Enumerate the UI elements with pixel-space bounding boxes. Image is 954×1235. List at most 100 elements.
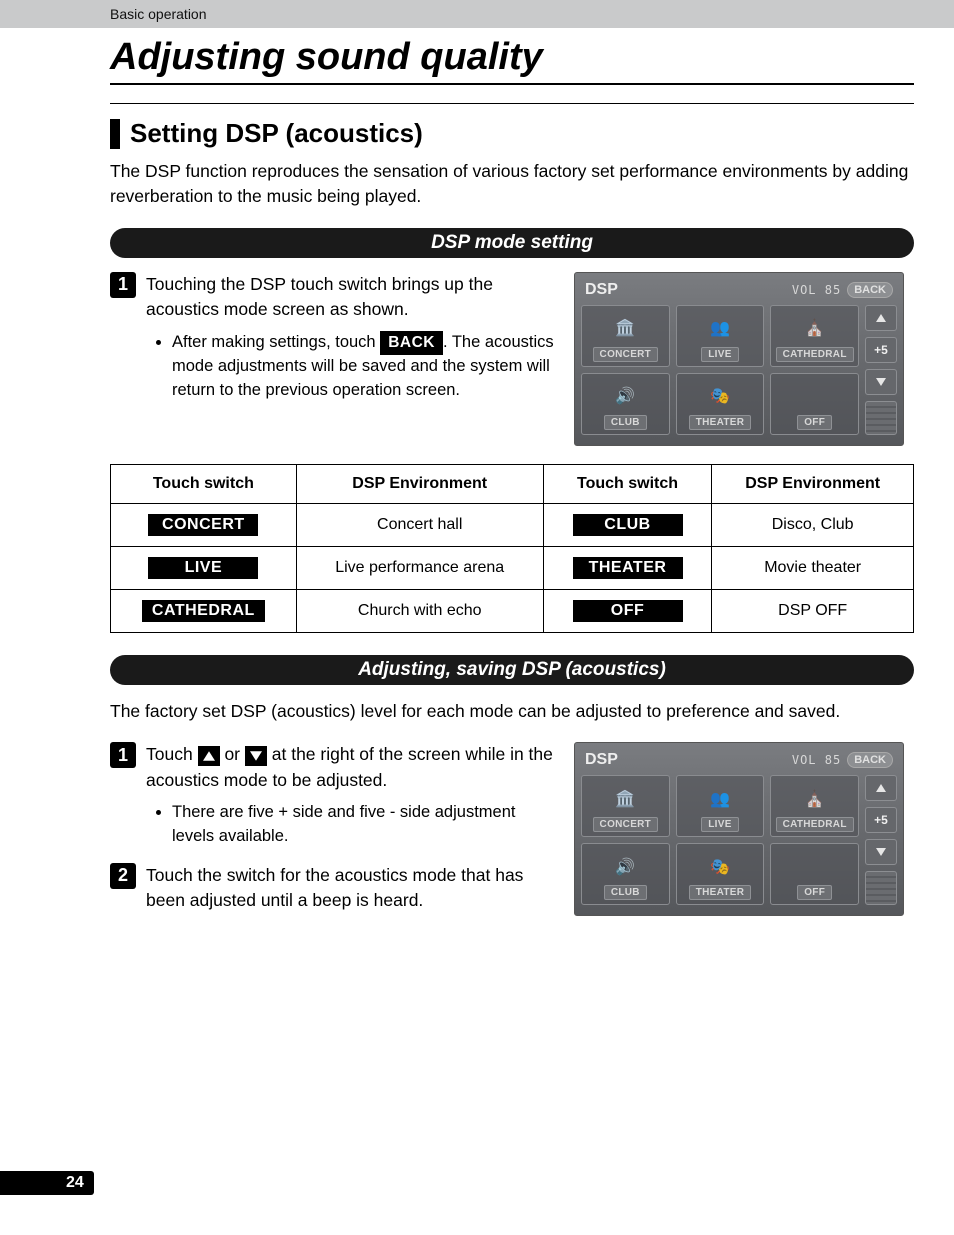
td-key: OFF [543,589,712,632]
touch-key: OFF [573,600,683,622]
live-icon: 👥 [710,780,730,817]
dsp-screen-2: DSP VOL 85 BACK 🏛️CONCERT 👥LIVE ⛪CATHEDR… [574,742,904,916]
touch-key: CLUB [573,514,683,536]
dsp-cell-label: CONCERT [593,347,659,362]
dsp-cell-theater[interactable]: 🎭THEATER [676,373,765,435]
table-row: CONCERT Concert hall CLUB Disco, Club [111,503,914,546]
dsp-cell-label: OFF [797,885,832,900]
td-env: Live performance arena [296,546,543,589]
dsp-table-head: Touch switch DSP Environment Touch switc… [111,464,914,503]
dsp-cell-cathedral[interactable]: ⛪CATHEDRAL [770,305,859,367]
main-section: Setting DSP (acoustics) The DSP function… [110,103,914,919]
th: Touch switch [543,464,712,503]
adj-step1-bullets: There are five + side and five - side ad… [156,801,554,849]
dsp-cell-club[interactable]: 🔊CLUB [581,843,670,905]
down-arrow-icon [245,746,267,766]
page-title-row: Adjusting sound quality [110,36,914,85]
th: DSP Environment [712,464,914,503]
up-arrow-icon [198,746,220,766]
td-env: Concert hall [296,503,543,546]
step-number: 2 [110,863,136,889]
dsp-up-button[interactable] [865,305,897,331]
td-key: CATHEDRAL [111,589,297,632]
adjust-row: 1 Touch or at the right of the screen wh… [110,742,914,919]
dsp-cell-label: CLUB [604,415,647,430]
dsp-cell-concert[interactable]: 🏛️CONCERT [581,775,670,837]
dsp-up-button[interactable] [865,775,897,801]
td-key: CLUB [543,503,712,546]
live-icon: 👥 [710,310,730,347]
chevron-up-icon [876,314,886,322]
adj-step-1: 1 Touch or at the right of the screen wh… [110,742,554,793]
step1-bullet: After making settings, touch BACK. The a… [172,331,554,403]
dsp-vol: VOL 85 [792,283,841,297]
dsp-vol-label: VOL [792,753,817,767]
dsp-cell-label: OFF [797,415,832,430]
cathedral-icon: ⛪ [805,780,825,817]
dsp-cell-label: CATHEDRAL [776,817,854,832]
cathedral-icon: ⛪ [805,310,825,347]
dsp-cell-concert[interactable]: 🏛️CONCERT [581,305,670,367]
dsp-vol-value: 85 [825,283,841,297]
dsp-header-right: VOL 85 BACK [792,282,893,298]
dsp-back-button[interactable]: BACK [847,282,893,298]
dsp-level-value: +5 [865,807,897,833]
dsp-scroll-strip[interactable] [865,401,897,435]
dsp-down-button[interactable] [865,369,897,395]
section-pill-dsp-mode: DSP mode setting [110,228,914,258]
dsp-back-button[interactable]: BACK [847,752,893,768]
touch-key: THEATER [573,557,683,579]
section-pill-adjust: Adjusting, saving DSP (acoustics) [110,655,914,685]
th: Touch switch [111,464,297,503]
step1-right: DSP VOL 85 BACK 🏛️CONCERT 👥LIVE ⛪CATHEDR… [574,272,914,446]
dsp-title: DSP [585,751,618,769]
step-text: Touching the DSP touch switch brings up … [146,272,554,323]
dsp-title: DSP [585,281,618,299]
dsp-cell-live[interactable]: 👥LIVE [676,775,765,837]
dsp-cell-label: CATHEDRAL [776,347,854,362]
dsp-vol: VOL 85 [792,753,841,767]
theater-icon: 🎭 [710,848,730,885]
dsp-cell-label: CONCERT [593,817,659,832]
subheading-row: Setting DSP (acoustics) [110,118,914,149]
td-key: CONCERT [111,503,297,546]
dsp-cell-label: LIVE [701,347,738,362]
header-breadcrumb-bar: Basic operation [0,0,954,28]
step1-bullets: After making settings, touch BACK. The a… [156,331,554,403]
dsp-cell-label: CLUB [604,885,647,900]
dsp-table: Touch switch DSP Environment Touch switc… [110,464,914,633]
dsp-cell-club[interactable]: 🔊CLUB [581,373,670,435]
dsp-cell-off[interactable]: OFF [770,843,859,905]
touch-key: CATHEDRAL [142,600,265,622]
back-key-inline: BACK [380,331,443,355]
dsp-cell-theater[interactable]: 🎭THEATER [676,843,765,905]
dsp-scroll-strip[interactable] [865,871,897,905]
step-text: Touch the switch for the acoustics mode … [146,863,554,914]
step1-left: 1 Touching the DSP touch switch brings u… [110,272,554,417]
td-env: Disco, Club [712,503,914,546]
adjust-intro: The factory set DSP (acoustics) level fo… [110,699,914,724]
chevron-down-icon [876,378,886,386]
text-mid: or [224,744,244,764]
adjust-left: 1 Touch or at the right of the screen wh… [110,742,554,919]
bullet-pre: After making settings, touch [172,333,380,351]
page-title: Adjusting sound quality [110,36,914,79]
dsp-cell-label: THEATER [689,885,752,900]
td-env: DSP OFF [712,589,914,632]
dsp-cell-off[interactable]: OFF [770,373,859,435]
dsp-cell-live[interactable]: 👥LIVE [676,305,765,367]
dsp-down-button[interactable] [865,839,897,865]
dsp-vol-label: VOL [792,283,817,297]
td-env: Movie theater [712,546,914,589]
dsp-cell-cathedral[interactable]: ⛪CATHEDRAL [770,775,859,837]
dsp-header: DSP VOL 85 BACK [581,749,897,775]
step-1: 1 Touching the DSP touch switch brings u… [110,272,554,323]
td-env: Church with echo [296,589,543,632]
dsp-grid: 🏛️CONCERT 👥LIVE ⛪CATHEDRAL 🔊CLUB 🎭THEATE… [581,775,859,905]
touch-key: LIVE [148,557,258,579]
dsp-side-controls: +5 [865,305,897,435]
dsp-grid-wrap: 🏛️CONCERT 👥LIVE ⛪CATHEDRAL 🔊CLUB 🎭THEATE… [581,775,897,905]
table-row: CATHEDRAL Church with echo OFF DSP OFF [111,589,914,632]
th: DSP Environment [296,464,543,503]
table-row: LIVE Live performance arena THEATER Movi… [111,546,914,589]
